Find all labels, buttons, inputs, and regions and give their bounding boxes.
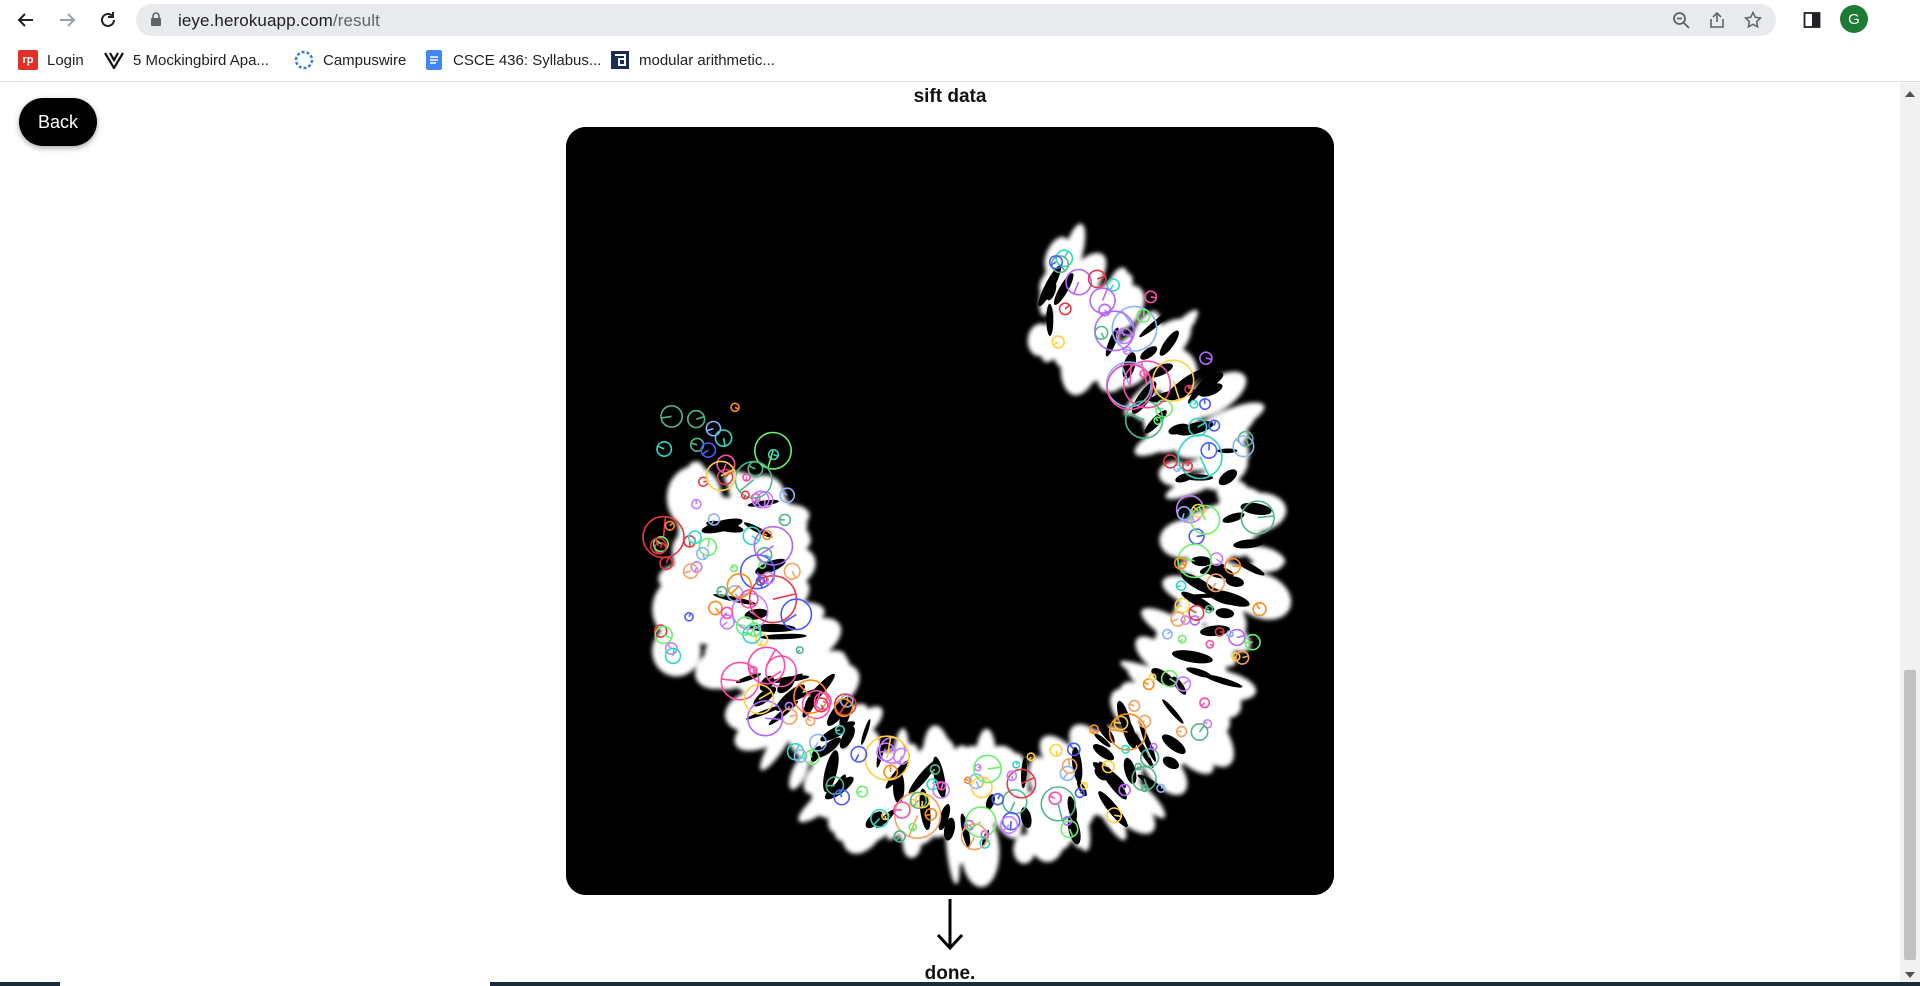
v-logo-icon: [104, 50, 124, 70]
bookmarks-bar: rp Login 5 Mockingbird Apa... Campuswire…: [0, 40, 1920, 82]
lock-icon[interactable]: [150, 12, 162, 32]
bookmark-login[interactable]: rp Login: [18, 48, 84, 72]
scroll-down-icon[interactable]: [1905, 972, 1915, 978]
zoom-icon[interactable]: [1670, 9, 1692, 31]
bookmark-mockingbird[interactable]: 5 Mockingbird Apa...: [104, 48, 269, 72]
section-title: sift data: [913, 86, 987, 107]
share-icon[interactable]: [1706, 9, 1728, 31]
bookmark-campuswire[interactable]: Campuswire: [294, 48, 406, 72]
back-arrow-icon[interactable]: [10, 4, 42, 36]
docs-icon: [424, 50, 444, 70]
campuswire-icon: [294, 50, 314, 70]
result-page: Back sift data done.: [0, 83, 1900, 986]
profile-avatar[interactable]: G: [1840, 5, 1868, 33]
page-scrollbar[interactable]: [1900, 83, 1920, 986]
side-panel-icon[interactable]: [1800, 8, 1824, 32]
down-arrow-icon: [936, 899, 964, 951]
forward-arrow-icon[interactable]: [51, 4, 83, 36]
back-button[interactable]: Back: [19, 98, 97, 146]
address-bar[interactable]: ieye.herokuapp.com/result: [136, 4, 1776, 36]
url-text[interactable]: ieye.herokuapp.com/result: [178, 11, 380, 31]
taskbar-edge: [0, 982, 1920, 986]
bookmark-modular-arithmetic[interactable]: modular arithmetic...: [610, 48, 775, 72]
rp-logo-icon: rp: [18, 50, 38, 70]
bookmark-star-icon[interactable]: [1742, 9, 1764, 31]
modular-icon: [610, 50, 630, 70]
browser-toolbar: ieye.herokuapp.com/result G: [0, 0, 1920, 40]
sift-keypoints-visualization: [566, 127, 1334, 895]
scrollbar-thumb[interactable]: [1904, 670, 1916, 960]
sift-result-image: [566, 127, 1334, 895]
reload-icon[interactable]: [92, 4, 124, 36]
scroll-up-icon[interactable]: [1905, 91, 1915, 97]
bookmark-csce436[interactable]: CSCE 436: Syllabus...: [424, 48, 601, 72]
